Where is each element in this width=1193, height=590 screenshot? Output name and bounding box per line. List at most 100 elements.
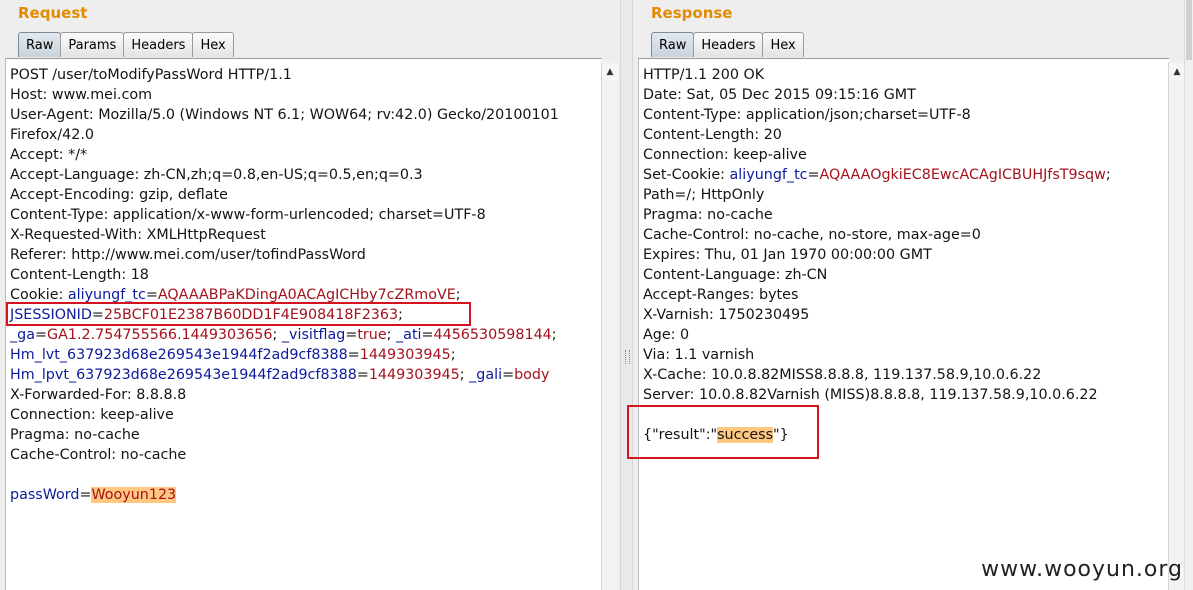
line-text: User-Agent: Mozilla/5.0 (Windows NT 6.1;…: [10, 107, 559, 123]
line-text: Cache-Control: no-cache: [10, 447, 187, 463]
request-line: [10, 465, 602, 485]
request-line: Content-Length: 18: [10, 265, 602, 285]
response-line: Cache-Control: no-cache, no-store, max-a…: [643, 225, 1169, 245]
response-editor[interactable]: HTTP/1.1 200 OK Date: Sat, 05 Dec 2015 09…: [638, 58, 1169, 590]
response-tabs: Raw Headers Hex: [651, 32, 804, 57]
line-text: Path=/; HttpOnly: [643, 187, 765, 203]
response-line: Accept-Ranges: bytes: [643, 285, 1169, 305]
param-value: 1449303945: [368, 367, 460, 383]
line-text: X-Requested-With: XMLHttpRequest: [10, 227, 266, 243]
response-line: Server: 10.0.8.82Varnish (MISS)8.8.8.8, …: [643, 385, 1169, 405]
request-title: Request: [18, 4, 88, 22]
param-value: true: [357, 327, 387, 343]
line-text: ;: [386, 327, 397, 343]
response-scrollbar[interactable]: ▲: [1168, 62, 1185, 590]
line-text: Server: 10.0.8.82Varnish (MISS)8.8.8.8, …: [643, 387, 1098, 403]
line-text: =: [35, 327, 47, 343]
line-text: Accept-Language: zh-CN,zh;q=0.8,en-US;q=…: [10, 167, 423, 183]
line-text: Expires: Thu, 01 Jan 1970 00:00:00 GMT: [643, 247, 932, 263]
request-tab-raw[interactable]: Raw: [18, 32, 62, 57]
response-line: Content-Type: application/json;charset=U…: [643, 105, 1169, 125]
line-text: =: [502, 367, 515, 383]
request-line: X-Requested-With: XMLHttpRequest: [10, 225, 602, 245]
response-line: Via: 1.1 varnish: [643, 345, 1169, 365]
request-line: POST /user/toModifyPassWord HTTP/1.1: [10, 65, 602, 85]
line-text: Content-Length: 20: [643, 127, 782, 143]
response-tab-headers[interactable]: Headers: [693, 32, 764, 57]
line-text: =: [345, 327, 358, 343]
response-line: Connection: keep-alive: [643, 145, 1169, 165]
line-text: Cookie:: [10, 287, 68, 303]
request-line: Accept-Language: zh-CN,zh;q=0.8,en-US;q=…: [10, 165, 602, 185]
request-pane: Request Raw Params Headers Hex POST /use…: [0, 0, 620, 590]
response-line: X-Cache: 10.0.8.82MISS8.8.8.8, 119.137.5…: [643, 365, 1169, 385]
param-value: AQAAABPaKDingA0ACAgICHby7cZRmoVE: [157, 287, 456, 303]
response-line: Expires: Thu, 01 Jan 1970 00:00:00 GMT: [643, 245, 1169, 265]
scroll-up-icon[interactable]: ▲: [1169, 64, 1185, 80]
param-name: passWord: [10, 487, 80, 503]
response-title: Response: [651, 4, 733, 22]
line-text: Accept: */*: [10, 147, 88, 163]
request-line: Hm_lpvt_637923d68e269543e1944f2ad9cf8388…: [10, 365, 602, 385]
response-line: Content-Language: zh-CN: [643, 265, 1169, 285]
request-scrollbar[interactable]: ▲: [601, 62, 618, 590]
splitter-grip-icon: [625, 350, 630, 364]
line-text: X-Forwarded-For: 8.8.8.8: [10, 387, 187, 403]
request-tab-headers[interactable]: Headers: [123, 32, 194, 57]
response-line: Path=/; HttpOnly: [643, 185, 1169, 205]
line-text: Cache-Control: no-cache, no-store, max-a…: [643, 227, 981, 243]
line-text: Referer: http://www.mei.com/user/tofindP…: [10, 247, 366, 263]
line-text: Host: www.mei.com: [10, 87, 152, 103]
line-text: ;: [459, 367, 470, 383]
line-text: Content-Type: application/json;charset=U…: [643, 107, 971, 123]
window-scrollbar[interactable]: [1184, 0, 1193, 590]
request-line: Firefox/42.0: [10, 125, 602, 145]
line-text: Content-Type: application/x-www-form-url…: [10, 207, 486, 223]
response-pane: Response Raw Headers Hex HTTP/1.1 200 OK…: [627, 0, 1193, 590]
line-text: Pragma: no-cache: [643, 207, 773, 223]
request-line: Accept: */*: [10, 145, 602, 165]
watermark: www.wooyun.org: [981, 557, 1183, 582]
scroll-up-icon[interactable]: ▲: [602, 64, 618, 80]
pane-splitter[interactable]: [620, 0, 633, 590]
line-text: Content-Length: 18: [10, 267, 149, 283]
line-text: Firefox/42.0: [10, 127, 94, 143]
response-tab-raw[interactable]: Raw: [651, 32, 695, 57]
line-text: Accept-Encoding: gzip, deflate: [10, 187, 228, 203]
param-name: _gali: [469, 367, 503, 383]
request-line: _ga=GA1.2.754755566.1449303656; _visitfl…: [10, 325, 602, 345]
request-text: POST /user/toModifyPassWord HTTP/1.1 Host…: [10, 65, 602, 505]
request-line: Host: www.mei.com: [10, 85, 602, 105]
line-text: Via: 1.1 varnish: [643, 347, 755, 363]
request-line: X-Forwarded-For: 8.8.8.8: [10, 385, 602, 405]
line-text: Date: Sat, 05 Dec 2015 09:15:16 GMT: [643, 87, 916, 103]
param-value: body: [514, 367, 550, 383]
response-line: Content-Length: 20: [643, 125, 1169, 145]
param-name: _visitflag: [281, 327, 346, 343]
line-text: =: [807, 167, 820, 183]
param-value: GA1.2.754755566.1449303656: [46, 327, 273, 343]
response-line: Date: Sat, 05 Dec 2015 09:15:16 GMT: [643, 85, 1169, 105]
line-text: X-Varnish: 1750230495: [643, 307, 810, 323]
request-line: Accept-Encoding: gzip, deflate: [10, 185, 602, 205]
response-tab-hex[interactable]: Hex: [762, 32, 804, 57]
request-line: passWord=Wooyun123: [10, 485, 602, 505]
param-value: AQAAAOgkiEC8EwcACAgICBUHJfsT9sqw: [819, 167, 1106, 183]
param-name: aliyungf_tc: [729, 167, 808, 183]
response-line: HTTP/1.1 200 OK: [643, 65, 1169, 85]
highlighted-token: Wooyun123: [91, 487, 177, 503]
request-tab-hex[interactable]: Hex: [192, 32, 234, 57]
request-line: Connection: keep-alive: [10, 405, 602, 425]
param-name: Hm_lvt_637923d68e269543e1944f2ad9cf8388: [10, 347, 348, 363]
request-tab-params[interactable]: Params: [60, 32, 125, 57]
request-line: Referer: http://www.mei.com/user/tofindP…: [10, 245, 602, 265]
param-value: 4456530598144: [433, 327, 552, 343]
response-text: HTTP/1.1 200 OK Date: Sat, 05 Dec 2015 09…: [643, 65, 1169, 445]
response-line: X-Varnish: 1750230495: [643, 305, 1169, 325]
window-scrollbar-thumb[interactable]: [1186, 0, 1192, 60]
line-text: Accept-Ranges: bytes: [643, 287, 799, 303]
result-highlight-box: [627, 405, 819, 459]
param-name: aliyungf_tc: [67, 287, 146, 303]
line-text: ;: [450, 347, 456, 363]
line-text: Content-Language: zh-CN: [643, 267, 828, 283]
